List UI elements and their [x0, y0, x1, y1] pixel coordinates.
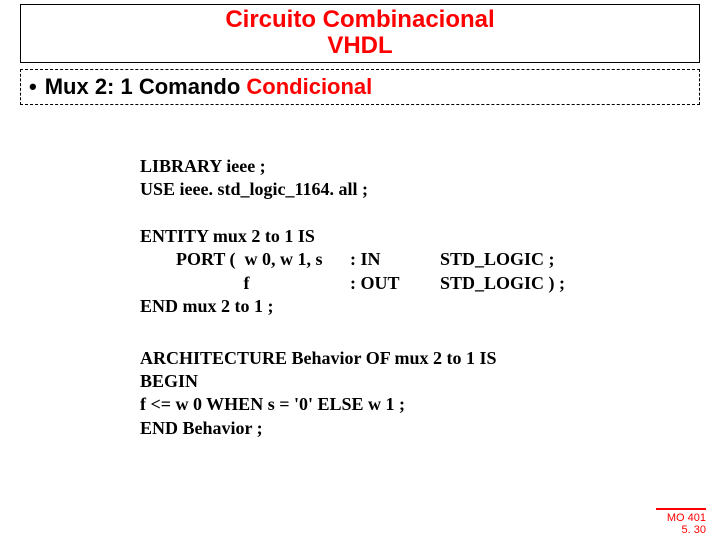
vhdl-library-block: LIBRARY ieee ; USE ieee. std_logic_1164.…	[140, 155, 720, 319]
code-port-row: f : OUT STD_LOGIC ) ;	[140, 272, 720, 295]
code-col: STD_LOGIC ) ;	[440, 272, 565, 295]
code-col: f	[140, 272, 350, 295]
code-line: ARCHITECTURE Behavior OF mux 2 to 1 IS	[140, 347, 720, 370]
code-line: BEGIN	[140, 370, 720, 393]
footer-course: MO 401	[656, 512, 706, 524]
code-col: : OUT	[350, 272, 440, 295]
code-line: END Behavior ;	[140, 417, 720, 440]
footer-page: 5. 30	[656, 524, 706, 536]
bullet-item: • Mux 2: 1 Comando Condicional	[29, 74, 691, 100]
slide-footer: MO 401 5. 30	[656, 508, 706, 536]
code-col: : IN	[350, 248, 440, 271]
bullet-text-red: Condicional	[246, 74, 372, 99]
code-col: PORT ( w 0, w 1, s	[140, 248, 350, 271]
bullet-text-black: Mux 2: 1 Comando	[45, 74, 247, 99]
slide-title-line2: VHDL	[21, 33, 699, 59]
code-port-row: PORT ( w 0, w 1, s : IN STD_LOGIC ;	[140, 248, 720, 271]
vhdl-architecture-block: ARCHITECTURE Behavior OF mux 2 to 1 IS B…	[140, 347, 720, 441]
slide-title-box: Circuito Combinacional VHDL	[20, 4, 700, 63]
bullet-dot: •	[29, 74, 37, 99]
blank-line	[140, 202, 720, 225]
code-line: LIBRARY ieee ;	[140, 155, 720, 178]
code-line: ENTITY mux 2 to 1 IS	[140, 225, 720, 248]
code-line: END mux 2 to 1 ;	[140, 295, 720, 318]
slide-title-line1: Circuito Combinacional	[21, 7, 699, 33]
code-col: STD_LOGIC ;	[440, 248, 555, 271]
code-line: f <= w 0 WHEN s = '0' ELSE w 1 ;	[140, 393, 720, 416]
code-line: USE ieee. std_logic_1164. all ;	[140, 178, 720, 201]
slide-subtitle-box: • Mux 2: 1 Comando Condicional	[20, 69, 700, 105]
